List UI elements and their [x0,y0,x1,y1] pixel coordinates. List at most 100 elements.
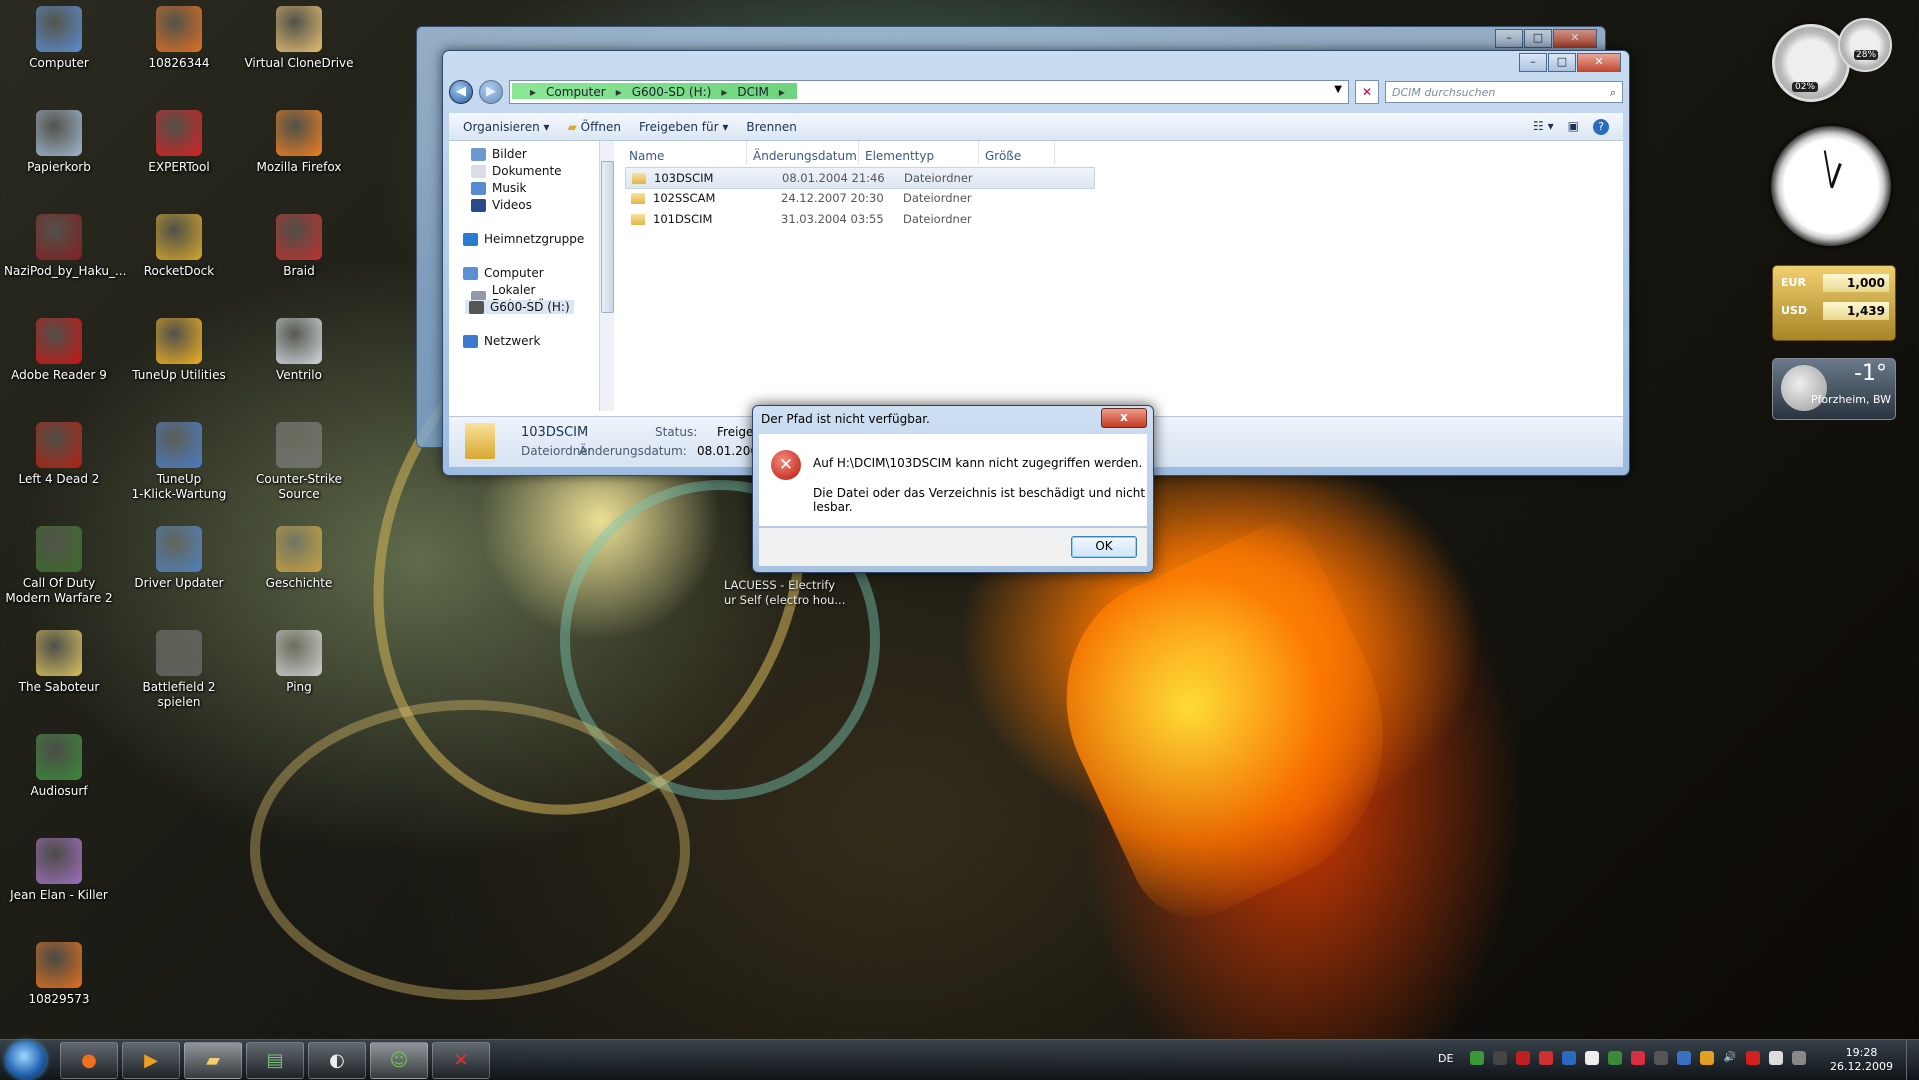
desktop-icon[interactable]: Battlefield 2 spielen [124,630,234,710]
desktop-icon[interactable]: Papierkorb [4,110,114,175]
desktop-icon[interactable]: Counter-Strike Source [244,422,354,502]
desktop-icon[interactable]: Call Of Duty Modern Warfare 2 [4,526,114,606]
search-input[interactable]: DCIM durchsuchen ⌕ [1385,81,1623,103]
nav-item[interactable]: Dokumente [471,164,562,178]
weather-gadget[interactable]: -1° Pforzheim, BW [1772,358,1896,420]
nav-item[interactable]: G600-SD (H:) [465,300,574,314]
breadcrumb-dcim[interactable]: DCIM [737,85,769,99]
column-name[interactable]: Name [619,141,747,165]
connection-tray-icon[interactable] [1677,1051,1691,1065]
nav-item[interactable]: Musik [471,181,527,195]
breadcrumb-computer[interactable]: Computer [546,85,606,99]
desktop-icon[interactable]: Jean Elan - Killer [4,838,114,903]
explorer-taskbar[interactable]: ▰ [184,1042,242,1079]
nav-item[interactable]: Videos [471,198,532,212]
maximize-button[interactable]: □ [1548,53,1576,72]
desktop-icon[interactable]: Left 4 Dead 2 [4,422,114,487]
desktop-icon[interactable]: Virtual CloneDrive [244,6,354,71]
desktop-icon[interactable]: Computer [4,6,114,71]
back-button[interactable]: ◀ [449,80,473,104]
desktop-icon-label: TuneUp 1-Klick-Wartung [131,472,227,501]
desktop-icon[interactable]: Braid [244,214,354,279]
taskbar-clock[interactable]: 19:28 26.12.2009 [1830,1046,1893,1074]
network-tray-icon[interactable] [1470,1051,1484,1065]
action-center-icon[interactable] [1769,1051,1783,1065]
minimize-button[interactable]: – [1519,53,1547,72]
nav-item[interactable]: Bilder [471,147,527,161]
firefox-taskbar[interactable]: ● [60,1042,118,1079]
address-bar[interactable]: ▸ Computer ▸ G600-SD (H:) ▸ DCIM ▸ ▼ [509,80,1349,104]
open-button[interactable]: ▰ Öffnen [568,120,621,134]
address-dropdown-icon[interactable]: ▼ [1334,84,1342,95]
power-tray-icon[interactable] [1792,1051,1806,1065]
desktop-icon[interactable]: NaziPod_by_Haku_... [4,214,126,279]
messenger-tray-icon[interactable] [1585,1051,1599,1065]
tuneup-tray-icon[interactable] [1700,1051,1714,1065]
maximize-button[interactable]: □ [1524,29,1552,48]
steam-tray-icon[interactable] [1493,1051,1507,1065]
desktop-icon[interactable]: Driver Updater [124,526,234,591]
file-row[interactable]: 102SSCAM 24.12.2007 20:30 Dateiordner [625,188,1093,208]
desktop-icon[interactable]: Audiosurf [4,734,114,799]
column-type[interactable]: Elementtyp [859,141,979,165]
desktop-icon[interactable]: TuneUp Utilities [124,318,234,383]
steam-taskbar[interactable]: ◐ [308,1042,366,1079]
desktop-icon[interactable]: The Saboteur [4,630,114,695]
ok-button[interactable]: OK [1071,536,1137,558]
desktop-icon[interactable]: EXPERTool [124,110,234,175]
clock-gadget[interactable] [1771,126,1891,246]
forward-button[interactable]: ▶ [479,80,503,104]
cpu-meter-gadget[interactable]: 02% 28% [1770,18,1892,102]
search-icon[interactable]: ⌕ [1610,82,1616,104]
task-manager-taskbar[interactable]: ▤ [246,1042,304,1079]
breadcrumb-drive[interactable]: G600-SD (H:) [632,85,712,99]
file-row[interactable]: 103DSCIM 08.01.2004 21:46 Dateiordner [625,167,1095,189]
desktop-icon[interactable]: RocketDock [124,214,234,279]
column-size[interactable]: Größe [979,141,1055,165]
close-button[interactable]: ✕ [1553,29,1597,48]
messenger-taskbar[interactable]: ☺ [370,1042,428,1079]
media-player-taskbar[interactable]: ▶ [122,1042,180,1079]
desktop-icon[interactable]: 10829573 [4,942,114,1007]
driver-tray-icon[interactable] [1608,1051,1622,1065]
stop-icon[interactable]: ✕ [1355,80,1379,104]
desktop-icon[interactable]: Adobe Reader 9 [4,318,114,383]
help-icon[interactable]: ? [1593,118,1609,135]
antivirus-tray-icon[interactable] [1539,1051,1553,1065]
preview-pane-icon[interactable]: ▣ [1568,119,1579,135]
error-dialog[interactable]: Der Pfad ist nicht verfügbar. x ✕ Auf H:… [752,405,1154,573]
language-indicator[interactable]: DE [1438,1052,1453,1065]
navigation-scrollbar[interactable] [599,141,614,411]
file-row[interactable]: 101DSCIM 31.03.2004 03:55 Dateiordner [625,209,1093,229]
desktop-icon[interactable]: TuneUp 1-Klick-Wartung [124,422,234,502]
desktop-icon[interactable]: 10826344 [124,6,234,71]
currency-row[interactable]: EUR 1,000 [1779,274,1889,294]
show-desktop-button[interactable] [1906,1040,1919,1080]
desktop-icon[interactable]: Geschichte [244,526,354,591]
expertool-taskbar[interactable]: ✕ [432,1042,490,1079]
currency-gadget[interactable]: EUR 1,000 USD 1,439 [1772,265,1896,341]
desktop-icon[interactable]: Mozilla Firefox [244,110,354,175]
share-button[interactable]: Freigeben für ▾ [639,120,728,134]
close-button[interactable]: ✕ [1577,53,1621,72]
start-button[interactable] [6,1041,46,1079]
organize-button[interactable]: Organisieren ▾ [463,120,550,134]
display-tray-icon[interactable] [1654,1051,1668,1065]
scrollbar-thumb[interactable] [601,161,614,313]
volume-icon[interactable]: 🔊 [1723,1051,1737,1065]
column-date[interactable]: Änderungsdatum [747,141,859,165]
dialog-close-button[interactable]: x [1101,408,1147,428]
currency-row[interactable]: USD 1,439 [1779,302,1889,322]
update-tray-icon[interactable] [1562,1051,1576,1065]
desktop-icon[interactable]: Ping [244,630,354,695]
nav-item[interactable]: Netzwerk [463,334,540,348]
monitor-tray-icon[interactable] [1631,1051,1645,1065]
nav-item[interactable]: Computer [463,266,544,280]
burn-button[interactable]: Brennen [746,120,796,134]
nav-item[interactable]: Heimnetzgruppe [463,232,584,246]
expertool-tray-icon[interactable] [1516,1051,1530,1065]
avira-tray-icon[interactable] [1746,1051,1760,1065]
view-options-icon[interactable]: ☷ ▾ [1533,119,1554,135]
minimize-button[interactable]: – [1495,29,1523,48]
desktop-icon[interactable]: Ventrilo [244,318,354,383]
